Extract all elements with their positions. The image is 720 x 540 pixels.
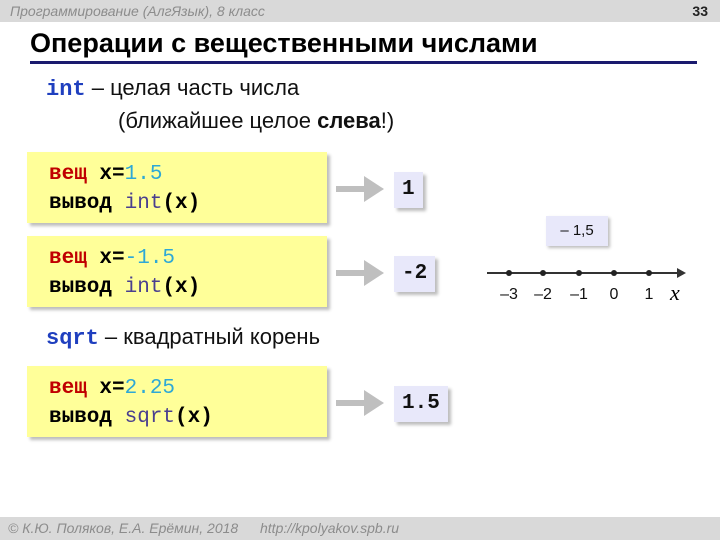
axis-arrow-icon [677, 268, 686, 278]
code-block-1: вещ x=1.5 вывод int(x) [27, 152, 327, 223]
sqrt-keyword: sqrt [46, 326, 99, 351]
arrow-right-icon [336, 176, 386, 202]
tick-label: –1 [570, 286, 588, 303]
tick-label: –3 [500, 286, 518, 303]
title-underline [30, 61, 697, 64]
tick-label: –2 [534, 286, 552, 303]
tick-dot [611, 270, 617, 276]
slide-title: Операции с вещественными числами [30, 28, 538, 58]
value-callout: – 1,5 [546, 216, 608, 246]
code-block-2: вещ x=-1.5 вывод int(x) [27, 236, 327, 307]
arrow-right-icon [336, 390, 386, 416]
arrow-right-icon [336, 260, 386, 286]
tick-label: 0 [609, 286, 619, 303]
int-description-note: (ближайшее целое слева!) [118, 108, 395, 133]
result-box-1: 1 [394, 172, 423, 208]
result-box-3: 1.5 [394, 386, 448, 422]
copyright: © К.Ю. Поляков, Е.А. Ерёмин, 2018 [8, 520, 239, 536]
tick-dot [540, 270, 546, 276]
tick-dot [646, 270, 652, 276]
page-number: 33 [692, 3, 708, 19]
axis-label: x [670, 280, 680, 305]
tick-dot [576, 270, 582, 276]
tick-dot [506, 270, 512, 276]
int-description: int – целая часть числа [46, 75, 300, 102]
result-box-2: -2 [394, 256, 436, 292]
code-block-3: вещ x=2.25 вывод sqrt(x) [27, 366, 327, 437]
course-label: Программирование (АлгЯзык), 8 класс [10, 3, 265, 19]
int-keyword: int [46, 77, 86, 102]
sqrt-description: sqrt – квадратный корень [46, 324, 321, 351]
tick-label: 1 [644, 286, 654, 303]
site-url[interactable]: http://kpolyakov.spb.ru [260, 520, 399, 536]
